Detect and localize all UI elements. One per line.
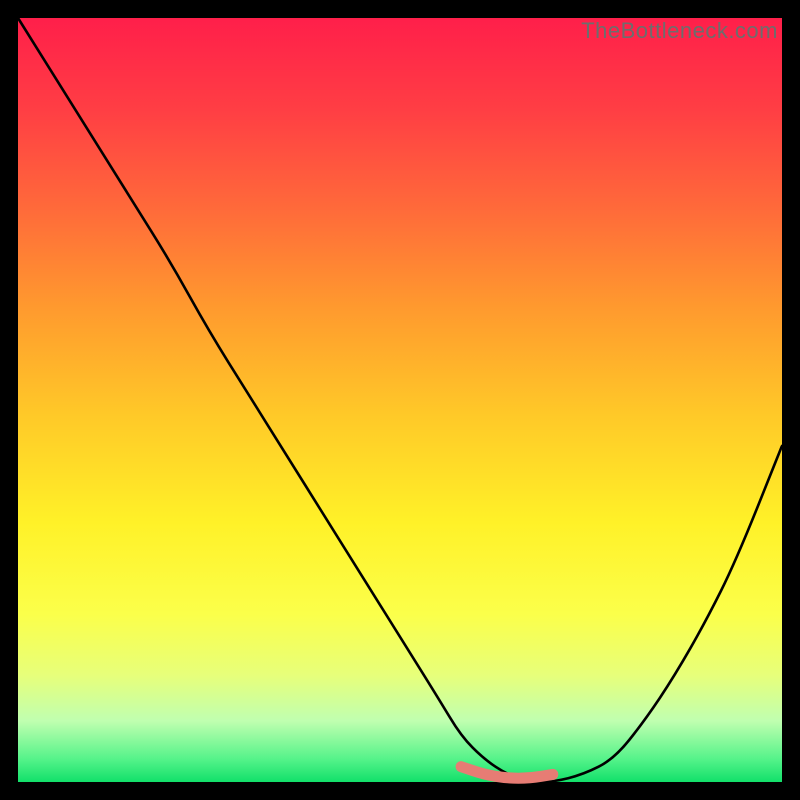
main-curve-line <box>18 18 782 782</box>
fit-region-line <box>461 767 553 779</box>
chart-frame: TheBottleneck.com <box>18 18 782 782</box>
watermark-text: TheBottleneck.com <box>581 18 778 44</box>
chart-svg <box>18 18 782 782</box>
